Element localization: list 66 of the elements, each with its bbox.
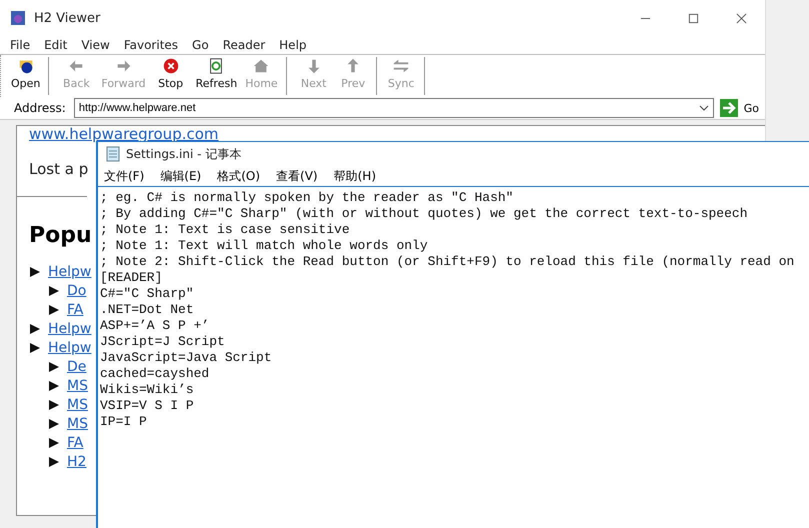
triangle-bullet-icon: [48, 284, 60, 296]
text-line: .NET=Dot Net: [100, 302, 195, 318]
tree-link[interactable]: MS: [67, 416, 88, 432]
go-button[interactable]: Go: [744, 102, 759, 114]
dropdown-icon[interactable]: [698, 105, 709, 111]
text-line: ; Note 2: Shift-Click the Read button (or Shift+F9) to reload this file (normally read on: [100, 254, 796, 270]
page-heading: Popu: [29, 223, 92, 248]
menu-item[interactable]: Edit: [44, 38, 68, 52]
tree-link[interactable]: Do: [67, 282, 86, 298]
text-line: Wikis=Wiki’s: [100, 382, 195, 398]
menu-item[interactable]: 查看(V): [276, 168, 318, 184]
menu-item[interactable]: Go: [192, 38, 209, 52]
menu-item[interactable]: Favorites: [124, 38, 178, 52]
text-line: cached=cayshed: [100, 366, 210, 382]
tree-link[interactable]: FA: [67, 302, 84, 318]
menu-item[interactable]: 编辑(E): [160, 168, 202, 184]
text-line: [READER]: [100, 270, 164, 286]
triangle-bullet-icon: [48, 304, 60, 316]
menu-item[interactable]: Reader: [222, 38, 266, 52]
text-line: JavaScript=Java Script: [100, 350, 273, 366]
text-line: IP=I P: [100, 414, 148, 430]
text-line: ; Note 1: Text will match whole words only: [100, 238, 429, 254]
text-line: ASP+=’A S P +’: [100, 318, 210, 334]
app-icon: [10, 10, 26, 26]
tree-link[interactable]: Helpw: [48, 264, 92, 280]
menu-item[interactable]: Help: [279, 38, 307, 52]
triangle-bullet-icon: [29, 322, 41, 334]
menu-item[interactable]: 帮助(H): [334, 168, 376, 184]
text-line: ; Note 1: Text is case sensitive: [100, 222, 351, 238]
window-title: H2 Viewer: [34, 10, 100, 26]
menu-item[interactable]: File: [10, 38, 30, 52]
triangle-bullet-icon: [48, 456, 60, 468]
address-field[interactable]: http://www.helpware.net: [74, 98, 714, 118]
close-icon[interactable]: [736, 12, 747, 24]
text-line: ; By adding C#=″C Sharp″ (with or without quotes) we get the correct text-to-speech: [100, 206, 749, 222]
tree-link[interactable]: Helpw: [48, 320, 92, 336]
menu-item[interactable]: 文件(F): [104, 168, 144, 184]
triangle-bullet-icon: [48, 360, 60, 372]
text-line: VSIP=V S I P: [100, 398, 195, 414]
notepad-title: Settings.ini - 记事本: [126, 146, 242, 162]
tree-link[interactable]: MS: [67, 378, 88, 394]
tree-link[interactable]: De: [67, 358, 86, 374]
text-line: C#=″C Sharp″: [100, 286, 195, 302]
triangle-bullet-icon: [48, 380, 60, 392]
triangle-bullet-icon: [29, 342, 41, 354]
triangle-bullet-icon: [48, 398, 60, 410]
triangle-bullet-icon: [48, 418, 60, 430]
page-link[interactable]: www.helpwaregroup.com: [29, 126, 219, 142]
address-label: Address:: [14, 101, 66, 115]
go-arrow-icon[interactable]: [720, 99, 738, 117]
tree-link[interactable]: FA: [67, 434, 84, 450]
tree-link[interactable]: MS: [67, 396, 88, 412]
tree-link[interactable]: H2: [67, 454, 86, 470]
tree-link[interactable]: Helpw: [48, 340, 92, 356]
notepad-icon: [106, 146, 120, 162]
open-button[interactable]: Open: [7, 57, 50, 95]
triangle-bullet-icon: [29, 266, 41, 278]
text-line: JScript=J Script: [100, 334, 226, 350]
menu-item[interactable]: 格式(O): [217, 168, 260, 184]
stop-button[interactable]: Stop: [150, 57, 192, 95]
menu-item[interactable]: View: [81, 38, 110, 52]
page-text: Lost a p: [29, 160, 88, 178]
maximize-icon[interactable]: [688, 12, 699, 24]
refresh-button[interactable]: Refresh: [192, 57, 242, 95]
text-line: ; eg. C# is normally spoken by the reader as ″C Hash″: [100, 190, 514, 206]
triangle-bullet-icon: [48, 436, 60, 448]
